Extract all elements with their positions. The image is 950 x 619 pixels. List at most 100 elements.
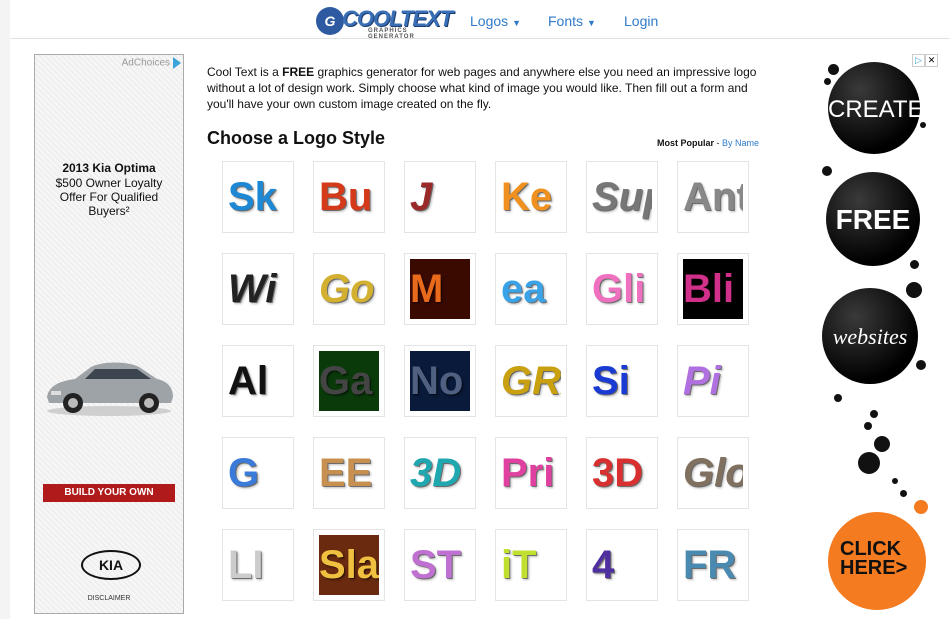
logo-style-preview: Sla — [319, 535, 379, 595]
logo-style-sample-text: Pi — [683, 359, 721, 403]
logo-style-preview: Sk — [228, 167, 288, 227]
section-title: Choose a Logo Style — [207, 128, 386, 148]
logo-style-tile[interactable]: Glo — [677, 437, 749, 509]
logo-style-tile[interactable]: Ke — [495, 161, 567, 233]
logo-style-sample-text: Ga — [319, 359, 373, 403]
logo-style-tile[interactable]: M — [404, 253, 476, 325]
adchoices-icon[interactable]: ▷ — [912, 54, 925, 67]
logo-style-tile[interactable]: G — [222, 437, 294, 509]
logo-style-preview: 3D — [592, 443, 652, 503]
close-ad-icon[interactable]: ✕ — [925, 54, 938, 67]
logo-style-preview: M — [410, 259, 470, 319]
intro-paragraph: Cool Text is a FREE graphics generator f… — [207, 64, 777, 112]
logo-style-preview: Glo — [683, 443, 743, 503]
logo-style-sample-text: J — [410, 175, 433, 219]
logo-style-preview: LI — [228, 535, 288, 595]
intro-free: FREE — [282, 65, 315, 79]
logo-style-tile[interactable]: Gli — [586, 253, 658, 325]
logo-style-tile[interactable]: Sla — [313, 529, 385, 601]
caret-down-icon: ▼ — [512, 18, 522, 28]
logo-style-sample-text: Ant — [683, 175, 743, 219]
decor-dot — [824, 78, 831, 85]
logo-style-preview: No — [410, 351, 470, 411]
left-ad-banner[interactable]: AdChoices 2013 Kia Optima $500 Owner Loy… — [34, 54, 184, 614]
decor-dot — [906, 282, 922, 298]
logo-style-tile[interactable]: iT — [495, 529, 567, 601]
decor-dot — [910, 260, 919, 269]
logo-style-tile[interactable]: Pri — [495, 437, 567, 509]
logo-style-tile[interactable]: J — [404, 161, 476, 233]
ad-body-line: $500 Owner Loyalty — [55, 176, 163, 190]
nav-fonts-label: Fonts — [548, 13, 584, 29]
decor-dot — [864, 422, 872, 430]
logo-style-tile[interactable]: ST — [404, 529, 476, 601]
decor-dot — [892, 478, 898, 484]
intro-text: Cool Text is a — [207, 65, 283, 79]
logo-style-tile[interactable]: EE — [313, 437, 385, 509]
logo-style-tile[interactable]: Pi — [677, 345, 749, 417]
logo-style-preview: J — [410, 167, 470, 227]
adchoices-label: AdChoices — [121, 57, 170, 69]
logo-style-tile[interactable]: LI — [222, 529, 294, 601]
decor-dot — [828, 64, 839, 75]
build-your-own-button[interactable]: BUILD YOUR OWN — [43, 484, 175, 502]
logo-style-tile[interactable]: Bli — [677, 253, 749, 325]
logo-style-tile[interactable]: Si — [586, 345, 658, 417]
logo-style-sample-text: Gli — [592, 267, 646, 311]
adchoices-icon — [173, 57, 181, 69]
logo-style-preview: 4 — [592, 535, 652, 595]
logo-style-tile[interactable]: No — [404, 345, 476, 417]
logo-style-tile[interactable]: FR — [677, 529, 749, 601]
logo-style-sample-text: Bu — [319, 175, 373, 219]
decor-dot — [916, 360, 926, 370]
logo-style-tile[interactable]: 3D — [404, 437, 476, 509]
logo-style-preview: Si — [592, 351, 652, 411]
nav-login[interactable]: Login — [624, 13, 658, 29]
logo-style-sample-text: Go — [319, 267, 375, 311]
right-ad-banner[interactable]: ▷ ✕ CREATE FREE websites CLICK HERE> — [808, 54, 942, 612]
logo-style-preview: Ant — [683, 167, 743, 227]
logo-style-sample-text: Glo — [683, 451, 743, 495]
logo-style-sample-text: Sk — [228, 175, 277, 219]
logo-style-preview: GRA — [501, 351, 561, 411]
car-image — [47, 362, 173, 416]
decor-dot — [858, 452, 880, 474]
bubble-create-text: CREATE — [828, 96, 924, 123]
logo-style-tile[interactable]: Bu — [313, 161, 385, 233]
sort-most-popular: Most Popular — [657, 138, 715, 148]
logo-style-tile[interactable]: Ga — [313, 345, 385, 417]
logo-style-preview: Bu — [319, 167, 379, 227]
logo-style-tile[interactable]: Ant — [677, 161, 749, 233]
decor-dot — [874, 436, 890, 452]
bubble-create: CREATE — [828, 62, 924, 154]
bubble-free: FREE — [826, 172, 920, 266]
cooltext-logo[interactable]: G COOLTEXT GRAPHICS GENERATOR — [316, 6, 453, 40]
logo-style-sample-text: LI — [228, 543, 264, 587]
logo-style-sample-text: 4 — [592, 543, 615, 587]
click-here-button[interactable]: CLICK HERE> — [828, 512, 926, 610]
sort-by-name-link[interactable]: By Name — [722, 138, 759, 148]
disclaimer-link[interactable]: DISCLAIMER — [35, 595, 183, 602]
logo-style-sample-text: iT — [501, 543, 537, 587]
nav-logos[interactable]: Logos ▼ — [470, 13, 521, 29]
nav-login-label: Login — [624, 13, 659, 29]
logo-style-tile[interactable]: ea — [495, 253, 567, 325]
logo-style-tile[interactable]: Wi — [222, 253, 294, 325]
nav-fonts[interactable]: Fonts ▼ — [548, 13, 596, 29]
logo-style-preview: Ke — [501, 167, 561, 227]
logo-style-tile[interactable]: Sk — [222, 161, 294, 233]
logo-style-sample-text: EE — [319, 451, 373, 495]
logo-style-preview: Pi — [683, 351, 743, 411]
logo-style-tile[interactable]: Super — [586, 161, 658, 233]
logo-style-sample-text: Super — [592, 175, 652, 219]
logo-style-tile[interactable]: 3D — [586, 437, 658, 509]
logo-style-tile[interactable]: Al — [222, 345, 294, 417]
logo-style-tile[interactable]: Go — [313, 253, 385, 325]
decor-dot — [870, 410, 878, 418]
logo-style-tile[interactable]: 4 — [586, 529, 658, 601]
logo-mark-icon: G — [316, 7, 344, 35]
logo-subtitle: GRAPHICS GENERATOR — [368, 28, 415, 40]
adchoices-link[interactable]: AdChoices — [122, 57, 181, 69]
logo-style-tile[interactable]: GRA — [495, 345, 567, 417]
logo-style-sample-text: Bli — [683, 267, 735, 311]
